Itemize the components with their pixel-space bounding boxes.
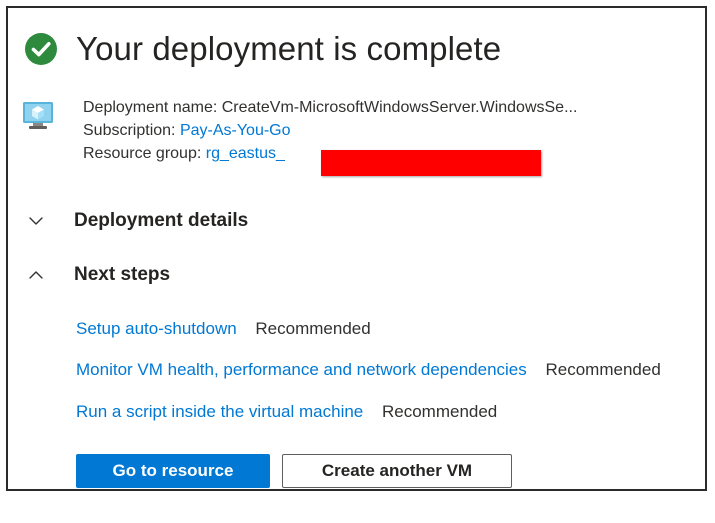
page-title: Your deployment is complete [76,30,502,67]
deployment-details-toggle[interactable]: Deployment details [28,210,248,232]
subscription-label: Subscription: [83,122,176,139]
resource-group-link[interactable]: rg_eastus_ [206,145,285,162]
chevron-down-icon [29,217,43,225]
next-step-item: Monitor VM health, performance and netwo… [76,360,661,380]
next-step-item: Run a script inside the virtual machine … [76,402,497,422]
deployment-header: Your deployment is complete [24,30,501,68]
next-steps-title: Next steps [74,264,171,285]
next-step-item: Setup auto-shutdown Recommended [76,319,371,339]
deployment-name-row: Deployment name: CreateVm-MicrosoftWindo… [83,96,577,119]
subscription-link[interactable]: Pay-As-You-Go [180,122,291,139]
deployment-name-value: CreateVm-MicrosoftWindowsServer.WindowsS… [221,99,578,116]
recommended-label: Recommended [381,402,498,421]
deployment-panel: Your deployment is complete Deployment n… [6,6,707,491]
recommended-label: Recommended [545,360,661,379]
run-script-link[interactable]: Run a script inside the virtual machine [76,402,363,421]
resource-group-label: Resource group: [83,145,202,162]
deployment-details-title: Deployment details [74,210,249,231]
chevron-up-icon [29,271,43,279]
setup-auto-shutdown-link[interactable]: Setup auto-shutdown [76,319,237,338]
check-circle-icon [25,33,57,65]
create-another-vm-button[interactable]: Create another VM [282,454,512,488]
recommended-label: Recommended [255,319,371,338]
virtual-machine-icon [23,102,53,129]
subscription-row: Subscription: Pay-As-You-Go [83,119,577,142]
redaction-bar [321,150,541,176]
monitor-vm-health-link[interactable]: Monitor VM health, performance and netwo… [76,360,527,379]
deployment-name-label: Deployment name: [83,99,218,116]
go-to-resource-button[interactable]: Go to resource [76,454,270,488]
next-steps-toggle[interactable]: Next steps [28,264,170,286]
